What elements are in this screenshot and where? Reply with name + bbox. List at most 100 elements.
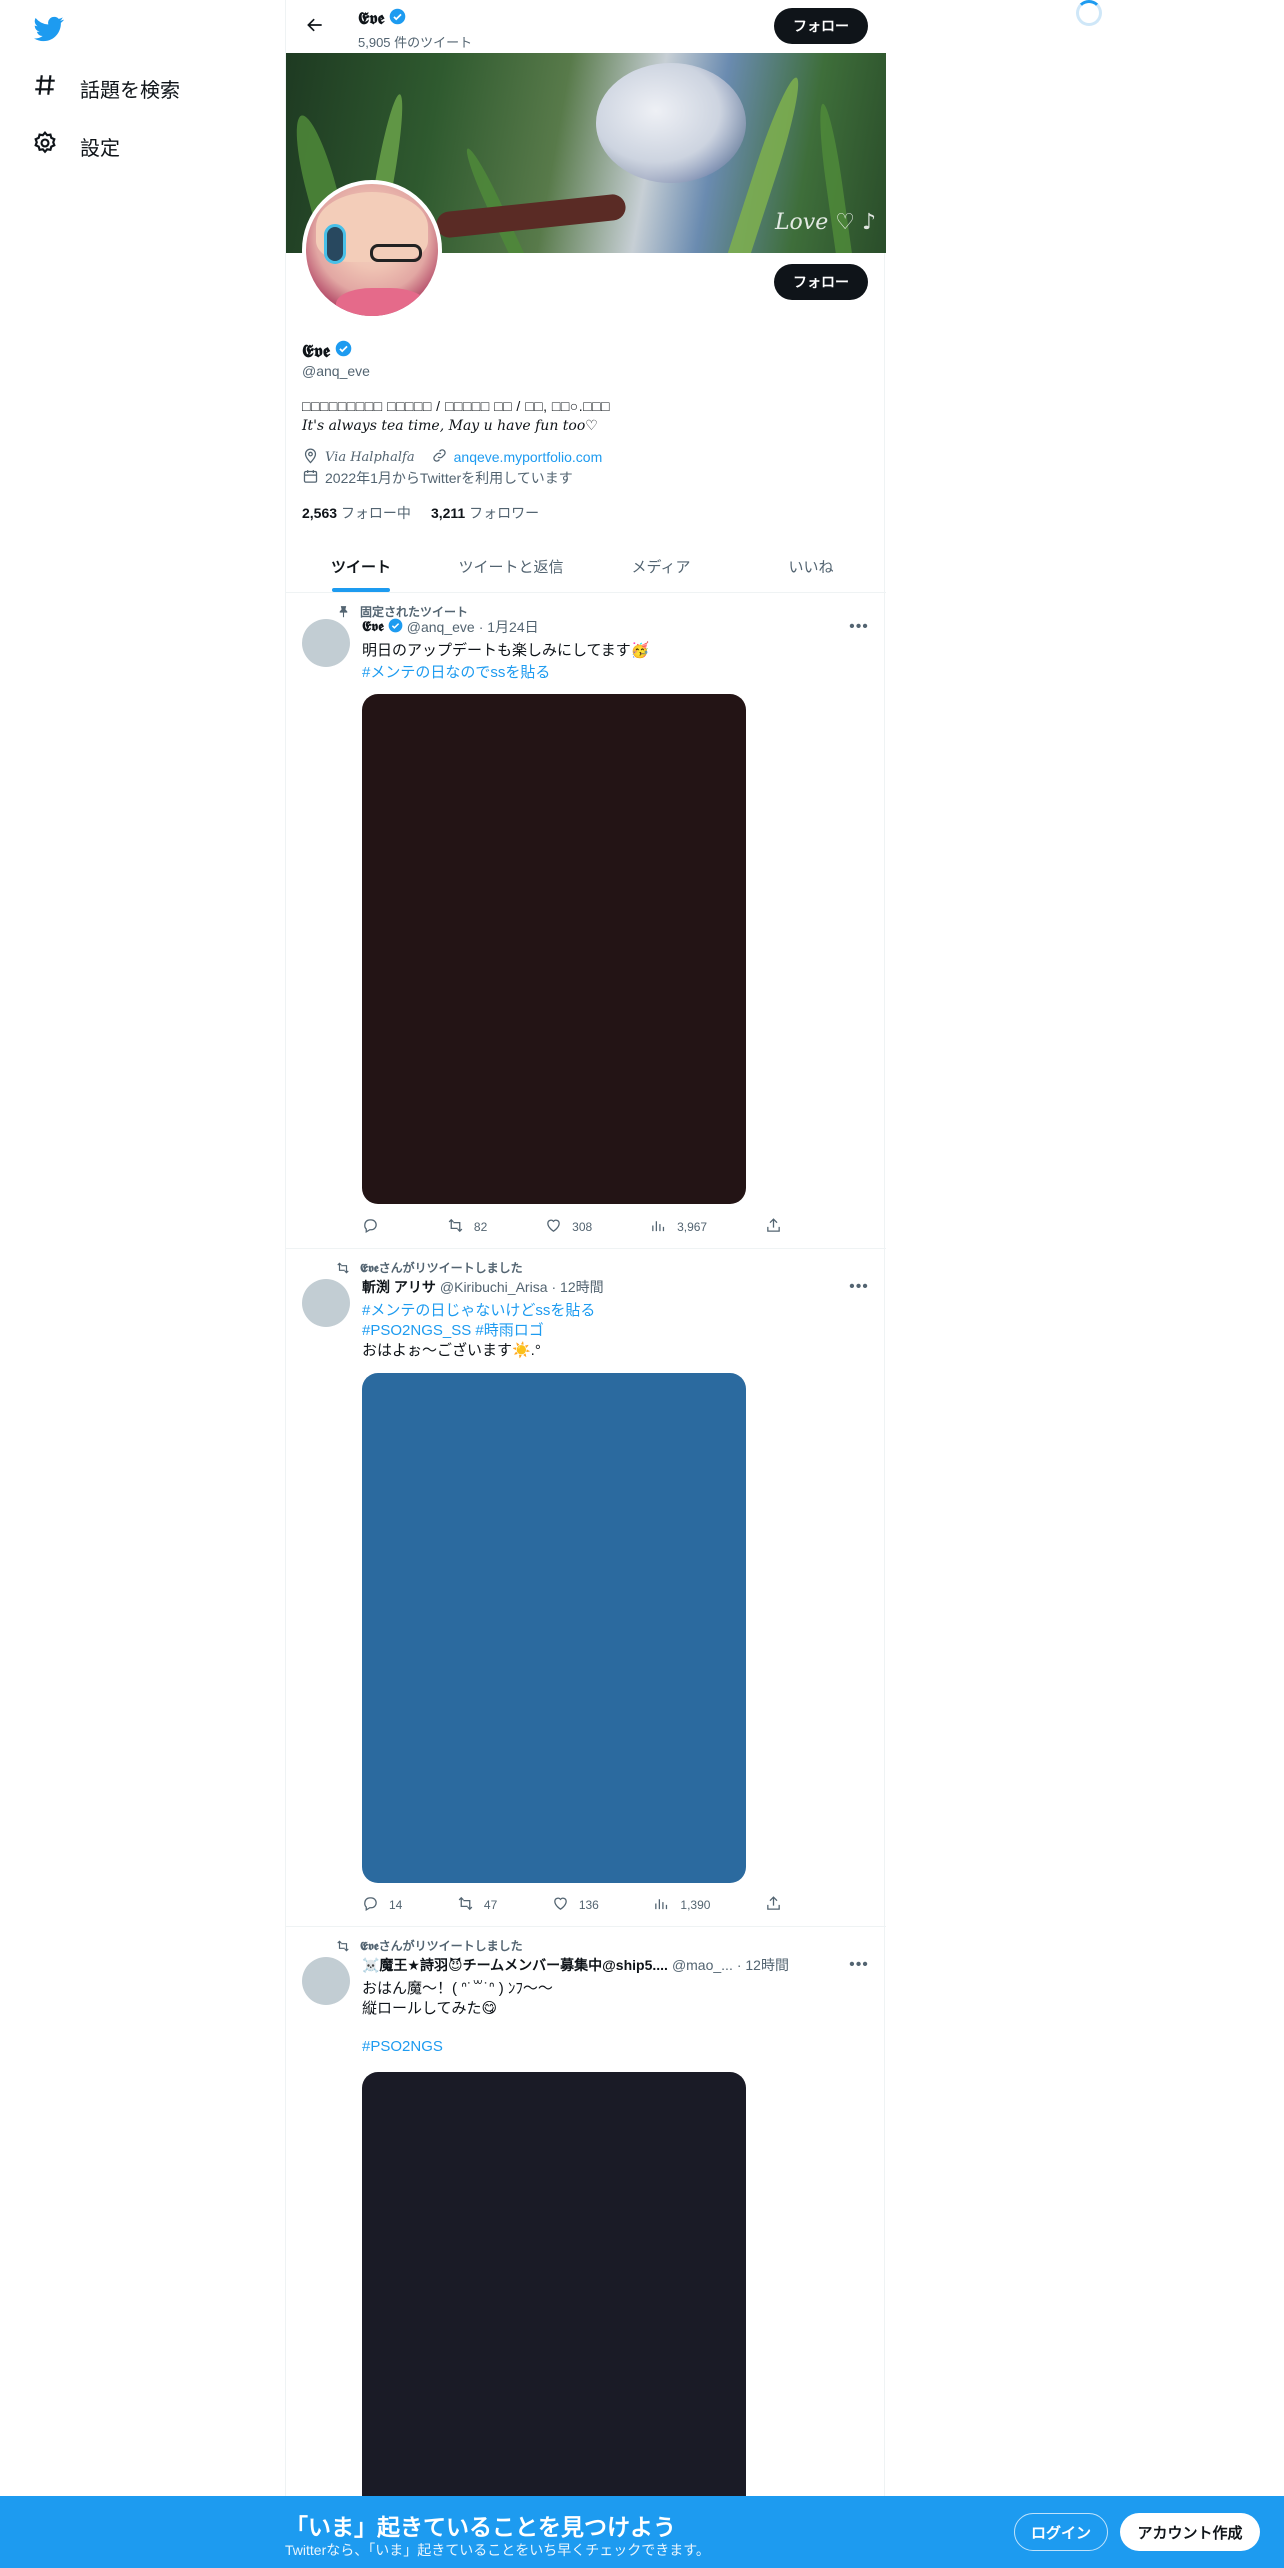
view-count: 1,390 [680, 1898, 711, 1912]
profile-location: Via Halphalfa [325, 449, 415, 465]
reply-count: 14 [389, 1898, 403, 1912]
heart-icon [545, 1217, 562, 1237]
headphones-icon [324, 224, 346, 264]
profile-column: 𝕰𝖛𝖊 5,905 件のツイート フォロー Love ♡ ♪ フォロー 𝕰𝖛𝖊 … [285, 0, 886, 2512]
hashtag-link[interactable]: #メンテの日じゃないけどssを貼る [362, 1299, 595, 1320]
tweet-text: おはよぉ〜ございます☀️.° [362, 1342, 541, 1359]
share-icon [765, 1895, 782, 1915]
login-button[interactable]: ログイン [1014, 2513, 1108, 2551]
avatar[interactable] [302, 619, 350, 667]
retweet-count: 82 [473, 1220, 488, 1234]
retweet-icon [447, 1217, 464, 1237]
followers-count: 3,211 [430, 505, 466, 521]
tweet-timestamp[interactable]: · 1月24日 [479, 617, 539, 637]
tweet[interactable]: 𝕰𝖛𝖊さんがリツイートしました 斬渕 アリサ @Kiribuchi_Arisa … [286, 1249, 886, 1927]
link-icon [431, 447, 448, 467]
followers-label: フォロワー [469, 505, 540, 521]
profile-meta: Via Halphalfa anqeve.myportfolio.com [302, 447, 602, 467]
tweet-text: 縦ロールしてみた😋 [362, 2000, 498, 2017]
tab-media[interactable]: メディア [586, 540, 736, 592]
retweet-context: 𝕰𝖛𝖊さんがリツイートしました [334, 1259, 523, 1276]
tweet-author-name[interactable]: ☠️魔王★詩羽😈チームメンバー募集中@ship5.... [362, 1955, 668, 1975]
profile-display-name: 𝕰𝖛𝖊 [302, 340, 352, 362]
arrow-left-icon [305, 15, 325, 40]
like-button[interactable]: 136 [552, 1895, 599, 1915]
tweet-author-handle[interactable]: @Kiribuchi_Arisa [440, 1279, 548, 1295]
tweet-author-handle[interactable]: @mao_... [672, 1957, 733, 1973]
verified-badge-icon [335, 340, 352, 362]
more-options-icon[interactable]: ••• [848, 617, 870, 637]
verified-badge-icon [389, 8, 406, 30]
back-button[interactable] [298, 10, 332, 44]
tweet-author-name[interactable]: 𝕰𝖛𝖊 [362, 619, 384, 635]
profile-header-bar: 𝕰𝖛𝖊 5,905 件のツイート フォロー [286, 0, 886, 53]
tweet-header: 𝕰𝖛𝖊 @anq_eve · 1月24日 [362, 617, 539, 637]
view-count: 3,967 [677, 1220, 708, 1234]
tweet-media-image[interactable] [362, 2072, 746, 2512]
tweet-media-image[interactable] [362, 694, 746, 1204]
sidebar-item-explore[interactable]: 話題を検索 [32, 72, 180, 104]
tweet-actions: 82 308 3,967 [362, 1217, 782, 1237]
tweet-text: 明日のアップデートも楽しみにしてます🥳 [362, 642, 650, 659]
reply-icon [362, 1217, 379, 1237]
tweet-author-name[interactable]: 斬渕 アリサ [362, 1277, 436, 1297]
profile-avatar[interactable] [302, 180, 442, 320]
tweet-context-text[interactable]: 𝕰𝖛𝖊さんがリツイートしました [360, 1259, 523, 1276]
banner-signature: Love ♡ ♪ [774, 210, 876, 235]
views-button[interactable]: 1,390 [653, 1895, 710, 1915]
profile-website-link[interactable]: anqeve.myportfolio.com [454, 449, 603, 465]
pin-icon [334, 605, 350, 618]
like-count: 308 [572, 1220, 593, 1234]
tweet[interactable]: 固定されたツイート 𝕰𝖛𝖊 @anq_eve · 1月24日 ••• 明日のアッ… [286, 593, 886, 1249]
more-options-icon[interactable]: ••• [848, 1277, 870, 1297]
header-tweet-count: 5,905 件のツイート [358, 35, 473, 50]
create-account-button[interactable]: アカウント作成 [1120, 2513, 1260, 2551]
share-button[interactable] [765, 1895, 782, 1915]
reply-button[interactable]: 14 [362, 1895, 402, 1915]
sidebar-item-settings[interactable]: 設定 [32, 130, 120, 162]
retweet-icon [334, 1261, 350, 1275]
follow-button[interactable]: フォロー [774, 264, 868, 300]
following-link[interactable]: 2,563 フォロー中 [302, 503, 411, 523]
retweet-context: 𝕰𝖛𝖊さんがリツイートしました [334, 1937, 523, 1954]
tab-tweets[interactable]: ツイート [286, 540, 436, 592]
tab-tweets-replies[interactable]: ツイートと返信 [436, 540, 586, 592]
calendar-icon [302, 468, 319, 488]
left-sidebar: 話題を検索 設定 [0, 0, 285, 2568]
reply-button[interactable] [362, 1217, 389, 1237]
hashtag-link[interactable]: #メンテの日なのでssを貼る [362, 661, 550, 682]
tweet[interactable]: 𝕰𝖛𝖊さんがリツイートしました ☠️魔王★詩羽😈チームメンバー募集中@ship5… [286, 1927, 886, 2527]
hashtag-icon [32, 72, 58, 104]
tweet-author-handle[interactable]: @anq_eve [407, 619, 475, 635]
tweet-media-image[interactable] [362, 1373, 746, 1883]
signup-banner-subtitle: Twitterなら、「いま」起きていることをいち早くチェックできます。 [285, 2542, 710, 2558]
tab-likes[interactable]: いいね [736, 540, 886, 592]
profile-handle: @anq_eve [302, 363, 370, 379]
share-icon [765, 1217, 782, 1237]
like-button[interactable]: 308 [545, 1217, 592, 1237]
tweet-timestamp[interactable]: · 12時間 [737, 1955, 789, 1975]
following-label: フォロー中 [340, 505, 411, 521]
hashtag-link[interactable]: #PSO2NGS_SS #時雨ロゴ [362, 1319, 544, 1340]
retweet-button[interactable]: 82 [447, 1217, 487, 1237]
sidebar-item-label: 話題を検索 [80, 79, 180, 102]
views-button[interactable]: 3,967 [650, 1217, 707, 1237]
share-button[interactable] [765, 1217, 782, 1237]
profile-bio-line: It's always tea time, May u have fun too… [302, 418, 598, 434]
signup-banner-title: 「いま」起きていることを見つけよう [285, 2514, 676, 2540]
retweet-button[interactable]: 47 [457, 1895, 497, 1915]
twitter-bird-icon[interactable] [32, 14, 66, 44]
hashtag-link[interactable]: #PSO2NGS [362, 2038, 443, 2055]
following-count: 2,563 [302, 505, 338, 521]
retweet-icon [457, 1895, 474, 1915]
profile-joined-text: 2022年1月からTwitterを利用しています [325, 470, 573, 486]
tweet-actions: 14 47 136 1,390 [362, 1895, 782, 1915]
followers-link[interactable]: 3,211 フォロワー [431, 503, 539, 523]
more-options-icon[interactable]: ••• [848, 1955, 870, 1975]
tweet-context-text[interactable]: 𝕰𝖛𝖊さんがリツイートしました [360, 1937, 523, 1954]
avatar[interactable] [302, 1957, 350, 2005]
tweet-timestamp[interactable]: · 12時間 [551, 1277, 603, 1297]
avatar[interactable] [302, 1279, 350, 1327]
follow-button-header[interactable]: フォロー [774, 8, 868, 44]
header-name-text: 𝕰𝖛𝖊 [358, 9, 385, 29]
